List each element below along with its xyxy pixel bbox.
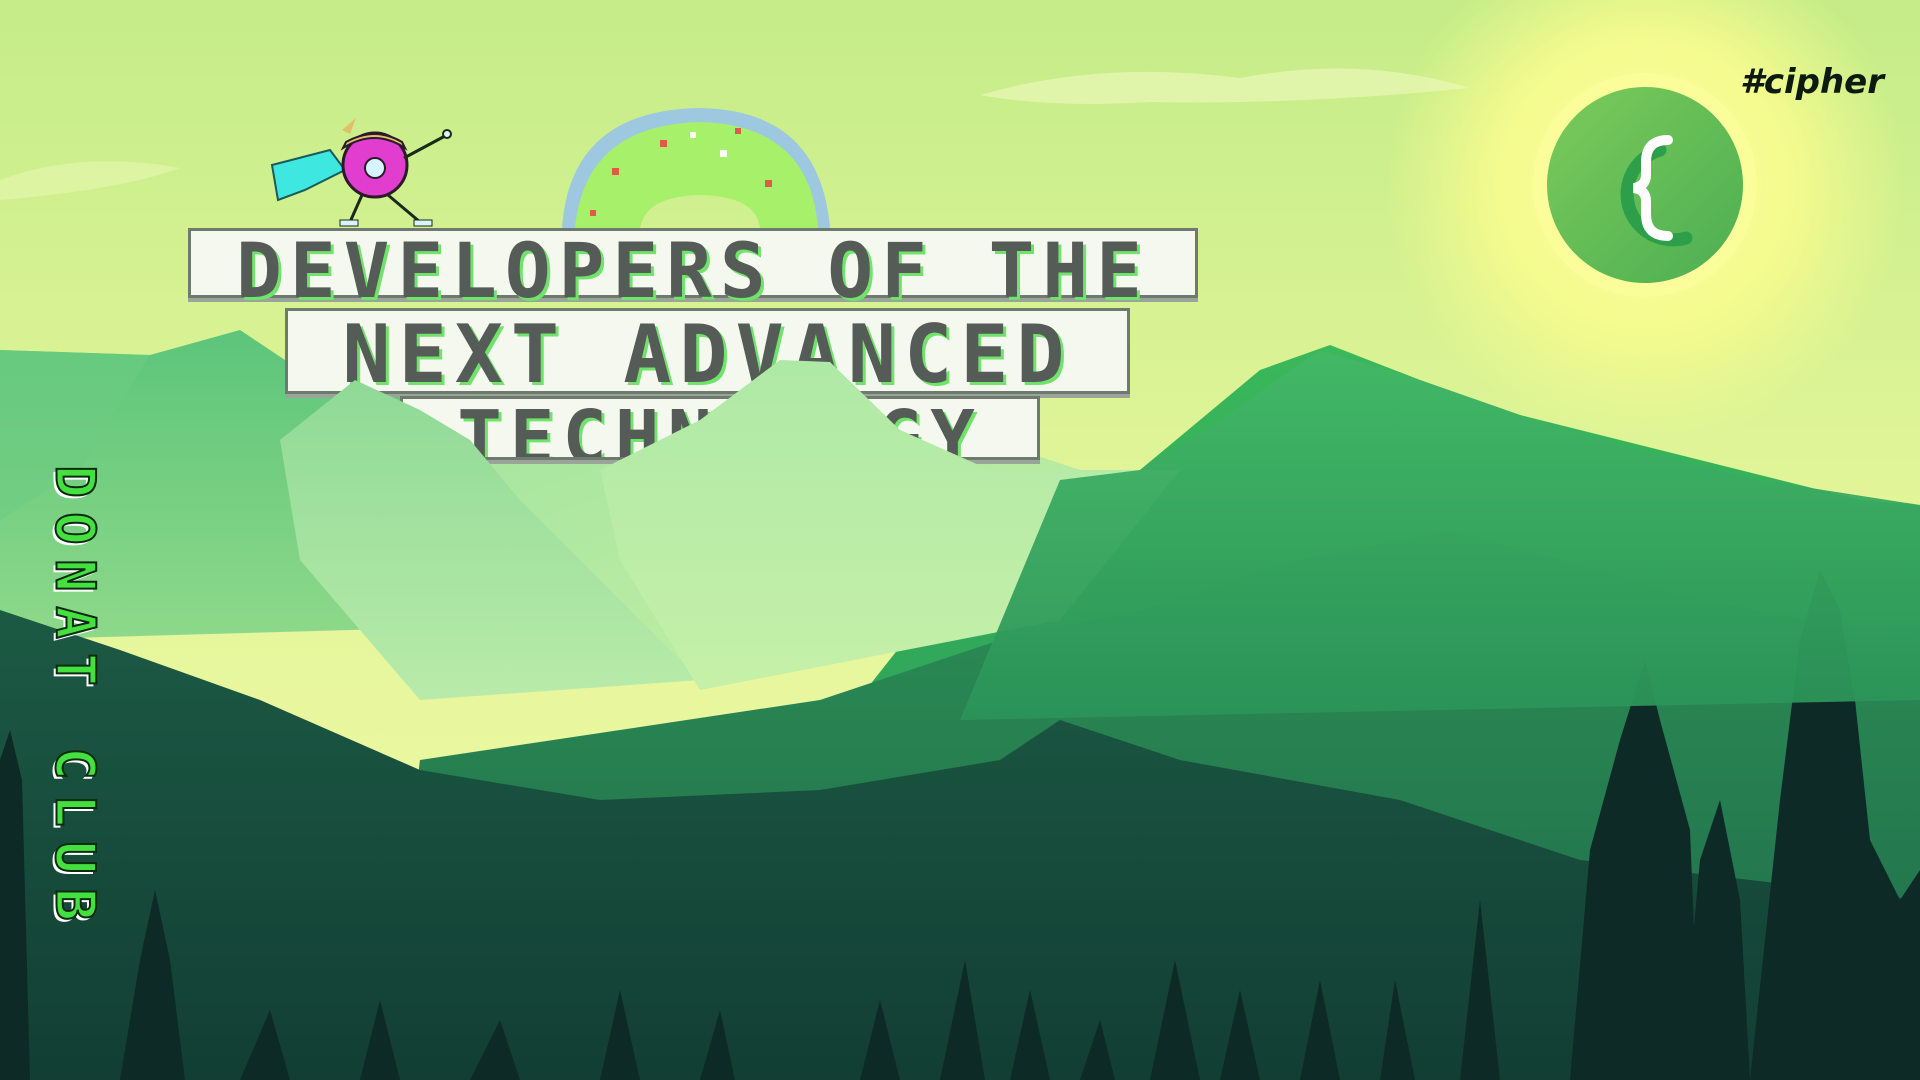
- club-name-vertical: D O N A T C L U B: [38, 458, 112, 1043]
- title-line-1: DEVELOPERS OF THE: [188, 228, 1198, 309]
- curly-brace-c-logo-icon: [1533, 73, 1757, 297]
- title-line-2: NEXT ADVANCED: [285, 308, 1130, 395]
- hashtag-label: #cipher: [1740, 62, 1884, 102]
- club-letter: B: [43, 887, 108, 922]
- landscape-background: [0, 0, 1920, 1080]
- title-line-3: TECHNOLOGY: [400, 396, 1040, 460]
